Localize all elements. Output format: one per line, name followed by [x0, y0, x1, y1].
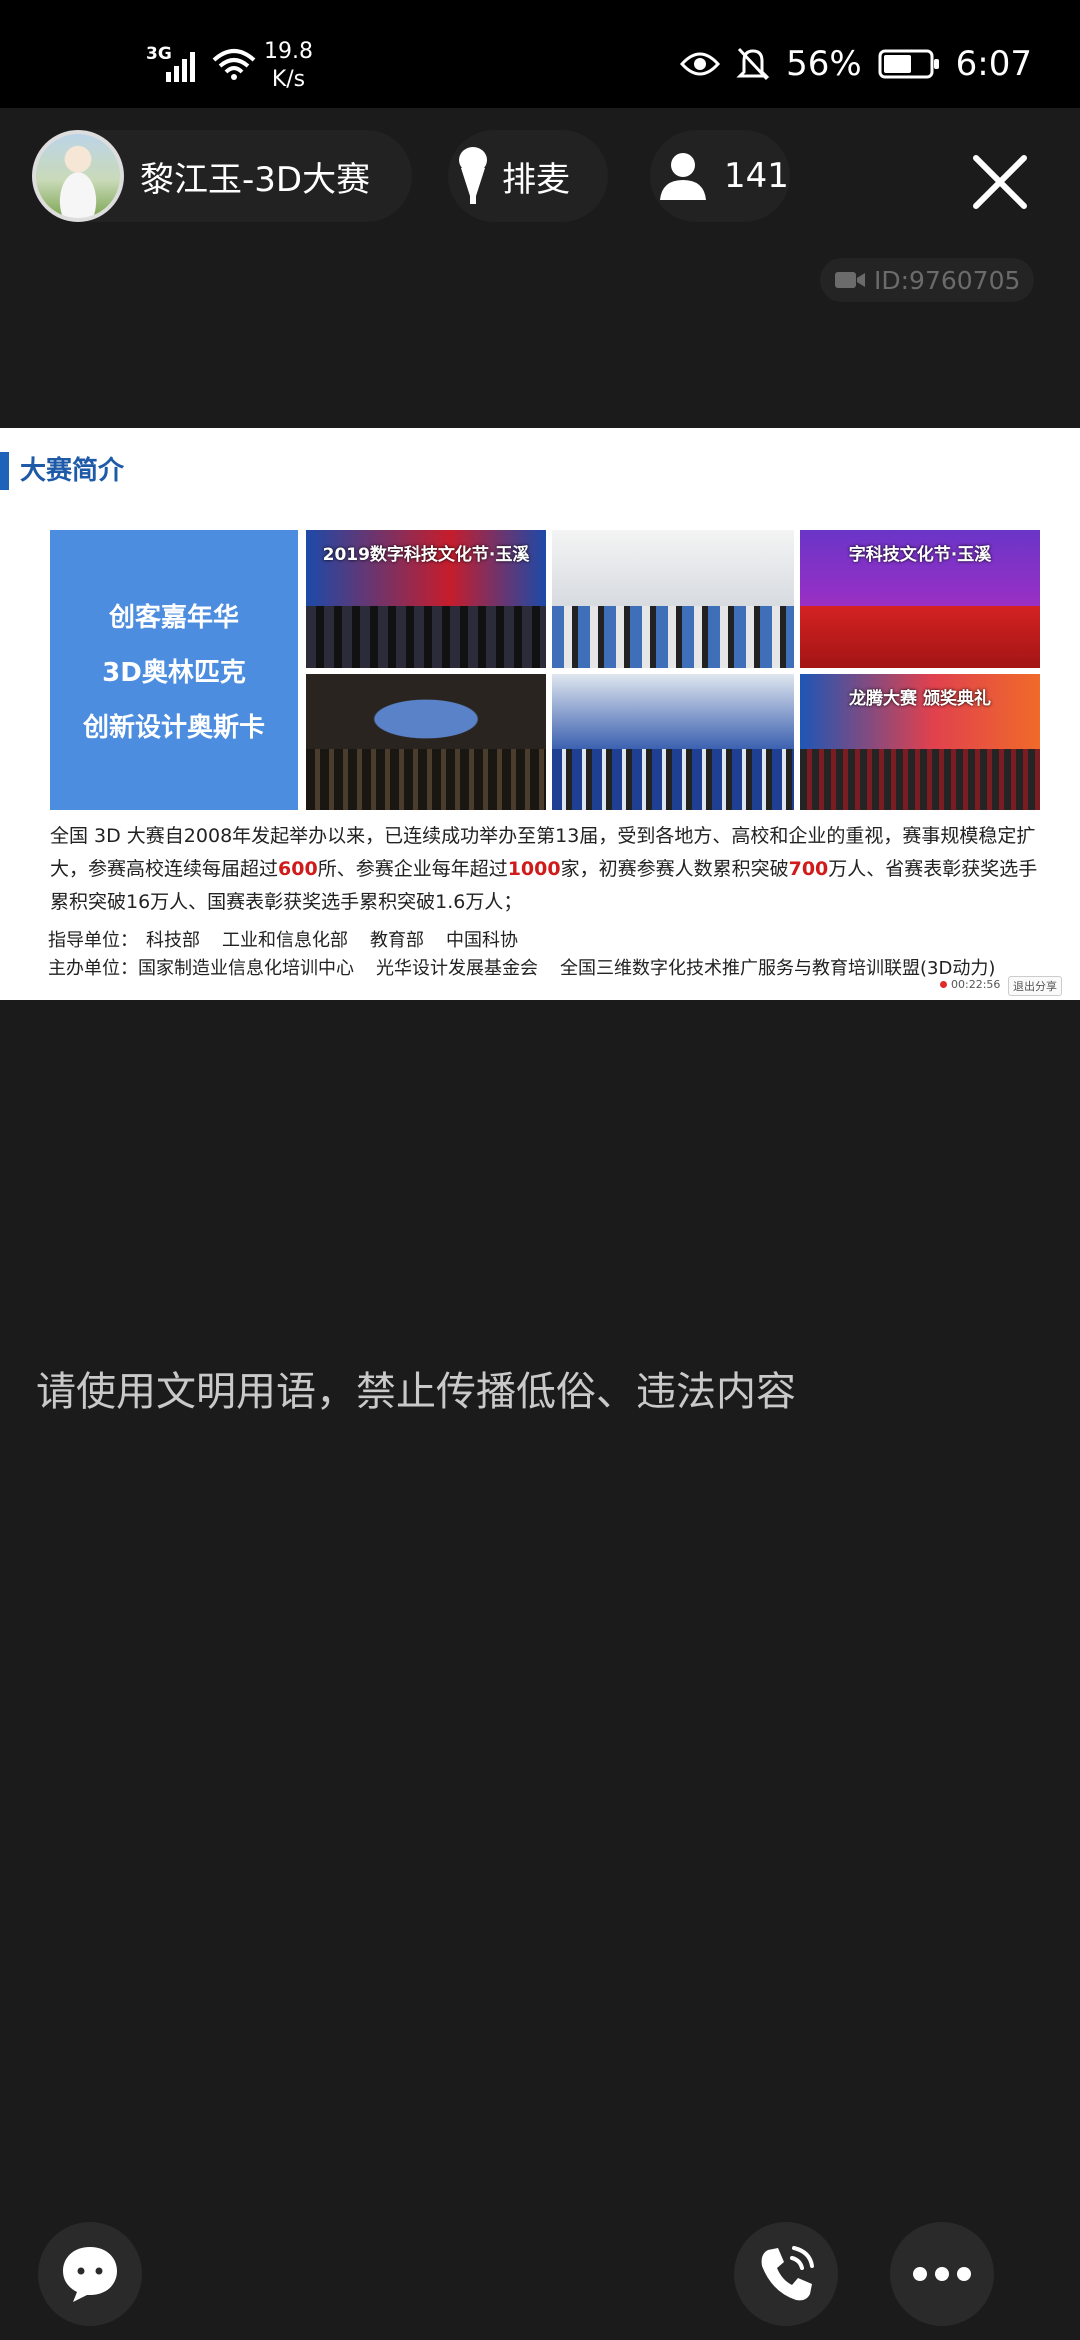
- guiding-units: 指导单位： 科技部 工业和信息化部 教育部 中国科协: [48, 930, 518, 951]
- wifi-icon: [212, 49, 256, 80]
- chat-notice: 请使用文明用语，禁止传播低俗、违法内容: [36, 1369, 796, 1415]
- event-photo: [552, 530, 794, 668]
- host-info[interactable]: 黎江玉-3D大赛: [32, 130, 412, 222]
- clock: 6:07: [955, 44, 1032, 84]
- event-photo: 2019数字科技文化节·玉溪: [306, 530, 546, 668]
- host-avatar[interactable]: [32, 130, 124, 222]
- slogan-line: 3D奥林匹克: [102, 657, 246, 688]
- network-speed: 19.8 K/s: [264, 39, 313, 92]
- battery-percent: 56%: [786, 44, 862, 84]
- video-camera-icon: [835, 272, 865, 288]
- recording-timer: 00:22:56: [940, 978, 1000, 991]
- exit-share-button[interactable]: 退出分享: [1008, 976, 1062, 996]
- recording-dot-icon: [940, 981, 947, 988]
- event-photo: 字科技文化节·玉溪: [800, 530, 1040, 668]
- mic-queue-button[interactable]: 排麦: [448, 130, 608, 222]
- eye-icon: [680, 52, 721, 76]
- host-units: 主办单位：国家制造业信息化培训中心 光华设计发展基金会 全国三维数字化技术推广服务与…: [48, 958, 996, 979]
- close-icon[interactable]: [972, 154, 1028, 210]
- user-icon: [660, 153, 706, 200]
- contest-description: 全国 3D 大赛自2008年发起举办以来，已连续成功举办至第13届，受到各地方、…: [50, 825, 1038, 913]
- event-photo: 龙腾大赛 颁奖典礼: [800, 674, 1040, 810]
- slogan-line: 创新设计奥斯卡: [82, 712, 265, 743]
- mic-queue-label: 排麦: [502, 159, 570, 200]
- status-bar: 3G 19.8 K/s 56% 6:07: [0, 0, 1080, 108]
- slide-title: 大赛简介: [20, 456, 125, 486]
- viewer-count[interactable]: 141: [650, 130, 790, 222]
- shared-screen[interactable]: 大赛简介 创客嘉年华 3D奥林匹克 创新设计奥斯卡 2019数字科技文化节·玉溪…: [0, 428, 1080, 1000]
- room-id: ID:9760705: [874, 265, 1021, 295]
- voice-call-button[interactable]: [734, 2222, 838, 2326]
- title-accent-bar: [0, 452, 9, 490]
- host-name: 黎江玉-3D大赛: [140, 159, 371, 200]
- event-photo: [552, 674, 794, 810]
- signal-icon: [166, 52, 195, 82]
- battery-icon: [878, 49, 939, 79]
- more-button[interactable]: [890, 2222, 994, 2326]
- viewer-count-value: 141: [724, 156, 789, 196]
- chat-button[interactable]: [38, 2222, 142, 2326]
- slogan-line: 创客嘉年华: [108, 602, 239, 633]
- event-photo: [306, 674, 546, 810]
- more-dots-icon: [913, 2267, 971, 2281]
- slogan-tile: 创客嘉年华 3D奥林匹克 创新设计奥斯卡: [50, 530, 298, 810]
- chat-bubble-icon: [63, 2247, 117, 2302]
- room-id-badge: ID:9760705: [820, 258, 1035, 302]
- microphone-icon: [459, 147, 487, 204]
- phone-icon: [761, 2246, 814, 2301]
- mute-bell-icon: [736, 47, 770, 81]
